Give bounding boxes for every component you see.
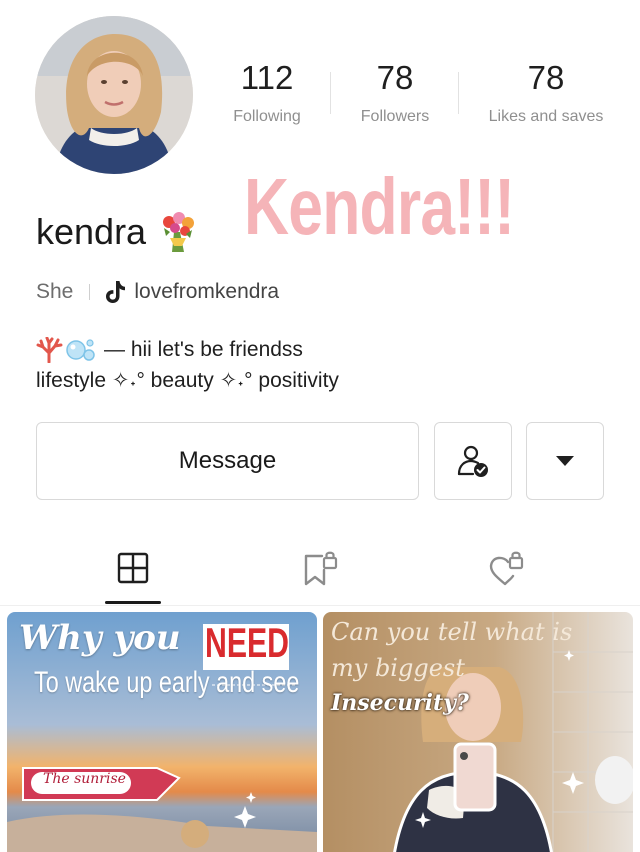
post-caption-1: Can you tell what is xyxy=(331,618,573,646)
profile-banner-text: Kendra!!! xyxy=(244,162,515,251)
tiktok-handle: lovefromkendra xyxy=(134,280,280,303)
stat-value: 112 xyxy=(240,59,294,96)
stat-divider xyxy=(330,72,331,114)
caret-down-icon xyxy=(556,456,574,466)
post-caption-2: my biggest xyxy=(331,654,465,682)
stat-value: 78 xyxy=(376,59,414,96)
post-caption-2: To wake up early and see xyxy=(34,666,300,699)
tabs-divider xyxy=(0,605,640,606)
post-caption-1: Why you xyxy=(19,618,181,658)
locked-bookmark-icon xyxy=(304,551,338,586)
stat-followers[interactable]: 78 Followers xyxy=(340,58,450,126)
meta-divider xyxy=(89,284,91,300)
stat-likes-saves[interactable]: 78 Likes and saves xyxy=(472,58,620,126)
post-caption-tag: The sunrise xyxy=(43,771,126,787)
profile-avatar[interactable] xyxy=(35,16,193,174)
username-row: kendra xyxy=(36,210,198,254)
grid-layout-icon xyxy=(117,552,149,584)
profile-stats: 112 Following 78 Followers 78 Likes and … xyxy=(212,58,632,138)
stat-label: Following xyxy=(233,108,301,125)
bio-text-1: — hii let's be friendss xyxy=(104,338,303,361)
more-options-button[interactable] xyxy=(526,422,604,500)
tiktok-link[interactable]: lovefromkendra xyxy=(104,280,279,304)
active-tab-indicator xyxy=(105,601,161,604)
stat-label: Likes and saves xyxy=(488,108,604,125)
avatar-photo xyxy=(35,16,193,174)
post-thumbnail-selfie xyxy=(323,612,633,852)
pronoun-label: She xyxy=(36,280,74,303)
post-card[interactable]: Why you NEED To wake up early and see Th… xyxy=(7,612,317,852)
tiktok-icon xyxy=(106,281,126,303)
bio-text-2: lifestyle ✧˖° beauty ✧˖° positivity xyxy=(36,369,339,392)
profile-meta-row: She lovefromkendra xyxy=(36,280,279,304)
post-card[interactable]: Can you tell what is my biggest Insecuri… xyxy=(323,612,633,852)
person-check-icon xyxy=(457,445,488,477)
bio-line-1: — hii let's be friendss xyxy=(36,334,339,365)
post-caption-3: Insecurity? xyxy=(331,690,469,716)
stat-value: 78 xyxy=(527,59,565,96)
coral-icon xyxy=(36,336,63,363)
post-grid: Why you NEED To wake up early and see Th… xyxy=(0,612,640,852)
bouquet-icon xyxy=(163,212,195,252)
username: kendra xyxy=(36,211,147,252)
bio-line-2: lifestyle ✧˖° beauty ✧˖° positivity xyxy=(36,365,339,396)
profile-tabs xyxy=(0,540,640,606)
tab-posts[interactable] xyxy=(113,548,153,588)
profile-bio: — hii let's be friendss lifestyle ✧˖° be… xyxy=(36,334,339,396)
stat-following[interactable]: 112 Following xyxy=(212,58,322,126)
follow-status-button[interactable] xyxy=(434,422,512,500)
post-caption-highlight: NEED xyxy=(205,619,290,666)
locked-heart-icon xyxy=(489,551,524,586)
stat-label: Followers xyxy=(360,108,430,125)
message-button[interactable]: Message xyxy=(36,422,419,500)
stat-divider xyxy=(458,72,459,114)
message-button-label: Message xyxy=(178,447,277,474)
bubbles-icon xyxy=(66,338,95,361)
tab-liked[interactable] xyxy=(486,548,526,588)
tab-collections[interactable] xyxy=(300,548,340,588)
